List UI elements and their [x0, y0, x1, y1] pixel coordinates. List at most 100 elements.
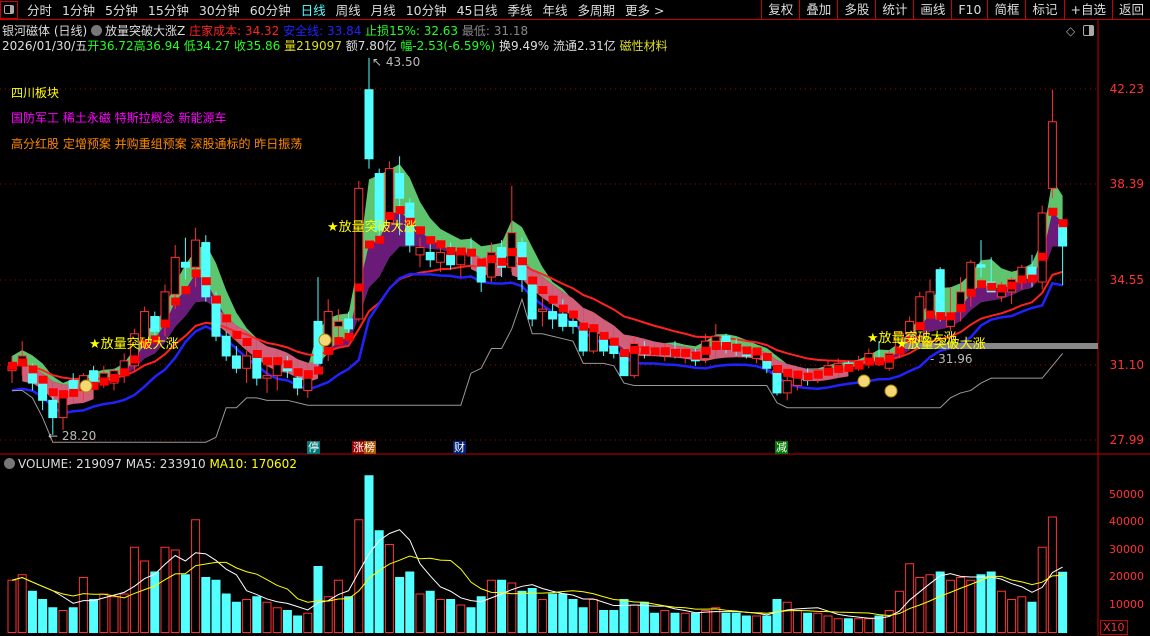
candle-body	[303, 377, 313, 391]
volume-bar	[242, 599, 252, 633]
volume-bar	[374, 530, 384, 633]
ma-square	[732, 343, 742, 352]
volume-bar	[109, 596, 119, 633]
ma-square	[171, 297, 181, 306]
volume-bar	[201, 577, 211, 633]
candle-body	[221, 335, 231, 357]
ma-square	[130, 355, 140, 364]
candle-body	[333, 320, 343, 327]
ma-square	[701, 346, 711, 355]
marker-reduce[interactable]: 减	[775, 441, 788, 454]
volume-bar	[741, 615, 751, 633]
ma-square	[1048, 207, 1058, 216]
signal-label: ★放量突破大涨	[896, 337, 986, 352]
volume-bar	[996, 590, 1006, 633]
volume-ma10-line	[11, 555, 1063, 616]
ma-square	[497, 257, 507, 266]
volume-bar	[731, 612, 741, 633]
volume-bar	[650, 612, 660, 633]
ma-square	[507, 248, 517, 257]
volume-unit: X10	[1100, 620, 1128, 635]
signal-label: ★放量突破大涨	[327, 220, 417, 235]
kline-chart[interactable]	[0, 0, 1150, 636]
volume-bar	[1027, 601, 1037, 633]
marker-halt[interactable]: 停	[307, 441, 320, 454]
ma-square	[324, 346, 334, 355]
level-price-label: - 31.96	[930, 352, 973, 366]
volume-bar	[17, 574, 27, 633]
ma-square	[742, 346, 752, 355]
candle-body	[415, 246, 425, 256]
region-tag: 四川板块	[11, 86, 60, 100]
volume-bar	[446, 599, 456, 633]
high-price-label: ↖ 43.50	[372, 55, 421, 69]
ma-square	[181, 286, 191, 295]
volume-bar	[170, 549, 180, 633]
ma-square	[263, 357, 272, 366]
volume-bar	[527, 588, 537, 633]
ma-square	[630, 345, 640, 354]
volume-dropdown-icon[interactable]	[4, 458, 15, 469]
money-bag-icon	[79, 379, 93, 393]
volume-bar	[38, 599, 48, 633]
ma-square	[375, 235, 385, 244]
volume-bar	[384, 544, 394, 633]
volume-bar	[415, 593, 425, 633]
ma-square	[650, 347, 660, 356]
candle-body	[935, 269, 945, 320]
volume-bar	[89, 599, 99, 633]
candle-body	[201, 242, 211, 298]
candle-body	[231, 355, 241, 369]
ma-square	[660, 347, 670, 356]
ma-square	[1007, 281, 1017, 290]
ma-square	[793, 370, 803, 379]
ma-square	[569, 310, 578, 319]
ma-square	[977, 280, 986, 289]
ma-square	[477, 258, 487, 267]
volume-bar	[843, 618, 853, 633]
volume-bar	[762, 615, 772, 633]
ma-square	[783, 368, 793, 377]
ma-square	[1038, 252, 1048, 261]
volume-bar	[558, 593, 568, 633]
candle-body	[782, 380, 792, 394]
volume-bar	[68, 607, 78, 633]
volume-bar	[282, 610, 292, 633]
ma-square	[99, 377, 109, 386]
volume-bar	[129, 546, 139, 633]
ma-square	[844, 363, 854, 372]
volume-bar	[578, 607, 588, 633]
volume-bar	[517, 590, 527, 633]
ma-square	[558, 304, 568, 313]
ma-square	[303, 370, 313, 379]
volume-bar	[1007, 599, 1017, 633]
volume-bar	[140, 560, 150, 633]
volume-bar	[221, 593, 231, 633]
ma-square	[885, 354, 895, 363]
volume-bar	[1058, 571, 1068, 633]
volume-bar	[680, 612, 690, 633]
candle-body	[1037, 212, 1047, 283]
volume-bar	[537, 599, 547, 633]
candle-body	[425, 251, 435, 261]
candle-body	[996, 291, 1006, 298]
marker-top-list[interactable]: 涨榜	[352, 441, 376, 454]
volume-bar	[303, 612, 313, 633]
candle-body	[89, 370, 99, 384]
volume-bar	[486, 579, 496, 633]
ma-square	[946, 312, 956, 321]
candle-body	[48, 399, 58, 419]
ma-square	[38, 375, 48, 384]
marker-finance[interactable]: 财	[453, 441, 466, 454]
candle-body	[976, 264, 986, 268]
candle-body	[191, 239, 201, 268]
candle-body	[354, 187, 364, 320]
candle-body	[242, 355, 252, 369]
volume-bar	[670, 612, 680, 633]
volume-bar	[813, 612, 823, 633]
volume-bar	[854, 618, 864, 633]
ma-square	[191, 269, 201, 278]
volume-bar	[864, 618, 874, 633]
volume-ma5: MA5: 233910	[125, 457, 206, 471]
volume-bar	[884, 610, 894, 633]
